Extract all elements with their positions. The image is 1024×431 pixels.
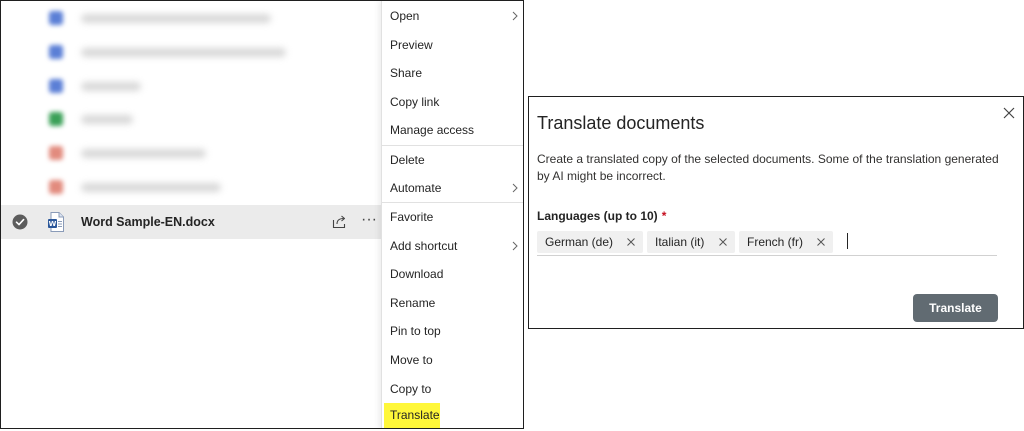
word-doc-icon: W	[48, 212, 64, 232]
blurred-file-name	[81, 13, 271, 23]
menu-item-rename[interactable]: Rename	[382, 289, 523, 317]
menu-item-add-shortcut[interactable]: Add shortcut	[382, 232, 523, 260]
menu-item-label: Move to	[390, 353, 433, 367]
remove-tag-icon[interactable]	[718, 237, 728, 247]
context-menu: Open Preview Share Copy link Manage acce…	[381, 1, 523, 428]
menu-item-delete[interactable]: Delete	[382, 146, 523, 174]
svg-text:W: W	[49, 220, 57, 228]
file-icon	[49, 180, 63, 194]
dialog-title: Translate documents	[537, 113, 705, 133]
menu-item-move-to[interactable]: Move to	[382, 346, 523, 374]
menu-item-label: Rename	[390, 296, 436, 310]
file-icon	[49, 146, 63, 160]
language-tag-italian: Italian (it)	[647, 231, 735, 253]
menu-item-label: Open	[390, 9, 420, 23]
menu-item-label: Preview	[390, 38, 433, 52]
language-tag-label: French (fr)	[747, 235, 804, 249]
menu-item-pin-to-top[interactable]: Pin to top	[382, 317, 523, 345]
text-caret	[847, 233, 848, 249]
file-icon	[49, 45, 63, 59]
file-row-blurred[interactable]	[1, 136, 381, 170]
menu-item-label: Manage access	[390, 123, 475, 137]
language-tag-label: German (de)	[545, 235, 614, 249]
menu-item-copy-to[interactable]: Copy to	[382, 375, 523, 403]
file-row-blurred[interactable]	[1, 170, 381, 204]
language-tag-german: German (de)	[537, 231, 643, 253]
file-name[interactable]: Word Sample-EN.docx	[81, 215, 215, 229]
menu-item-label: Share	[390, 66, 423, 80]
more-options-icon[interactable]: ···	[361, 211, 377, 229]
menu-item-automate[interactable]: Automate	[382, 174, 523, 202]
menu-item-copy-link[interactable]: Copy link	[382, 88, 523, 116]
menu-item-share[interactable]: Share	[382, 59, 523, 87]
file-icon	[49, 112, 63, 126]
menu-item-open[interactable]: Open	[382, 2, 523, 30]
close-icon[interactable]	[1003, 107, 1015, 119]
chevron-right-icon	[512, 183, 518, 193]
translate-dialog: Translate documents Create a translated …	[528, 96, 1024, 329]
menu-item-label: Add shortcut	[390, 239, 458, 253]
language-tag-french: French (fr)	[739, 231, 833, 253]
blurred-file-name	[81, 148, 206, 158]
language-tag-label: Italian (it)	[655, 235, 705, 249]
languages-picker[interactable]: German (de) Italian (it) French (fr)	[537, 229, 997, 256]
file-row-blurred[interactable]	[1, 35, 381, 69]
file-row-blurred[interactable]	[1, 1, 381, 35]
remove-tag-icon[interactable]	[816, 237, 826, 247]
menu-item-label: Automate	[390, 181, 442, 195]
blurred-file-name	[81, 81, 141, 91]
menu-item-label: Copy to	[390, 382, 432, 396]
required-marker: *	[661, 209, 667, 223]
menu-item-label: Copy link	[390, 95, 440, 109]
languages-label-text: Languages (up to 10)	[537, 209, 658, 223]
menu-item-preview[interactable]: Preview	[382, 31, 523, 59]
translate-button[interactable]: Translate	[913, 294, 998, 322]
file-manager-screenshot: W Word Sample-EN.docx ··· Open Preview S…	[0, 0, 524, 429]
menu-item-label: Delete	[390, 153, 425, 167]
blurred-file-name	[81, 114, 133, 124]
menu-item-label: Pin to top	[390, 324, 441, 338]
file-icon	[49, 11, 63, 25]
chevron-right-icon	[512, 241, 518, 251]
blurred-file-name	[81, 47, 286, 57]
menu-item-download[interactable]: Download	[382, 260, 523, 288]
menu-item-label: Favorite	[390, 210, 434, 224]
menu-item-favorite[interactable]: Favorite	[382, 203, 523, 231]
file-icon	[49, 79, 63, 93]
share-icon[interactable]	[331, 214, 347, 230]
checkmark-circle-icon[interactable]	[12, 214, 28, 230]
file-row-blurred[interactable]	[1, 69, 381, 103]
remove-tag-icon[interactable]	[626, 237, 636, 247]
file-row-selected[interactable]: W Word Sample-EN.docx ···	[1, 205, 381, 239]
file-row-blurred[interactable]	[1, 102, 381, 136]
file-list: W Word Sample-EN.docx ···	[1, 1, 381, 428]
chevron-right-icon	[512, 11, 518, 21]
menu-item-manage-access[interactable]: Manage access	[382, 116, 523, 144]
menu-item-label: Download	[390, 267, 444, 281]
blurred-file-name	[81, 182, 221, 192]
languages-label: Languages (up to 10) *	[537, 209, 666, 223]
menu-item-translate[interactable]: Translate	[382, 401, 523, 428]
dialog-description: Create a translated copy of the selected…	[537, 152, 999, 183]
menu-item-label: Translate	[390, 408, 440, 422]
